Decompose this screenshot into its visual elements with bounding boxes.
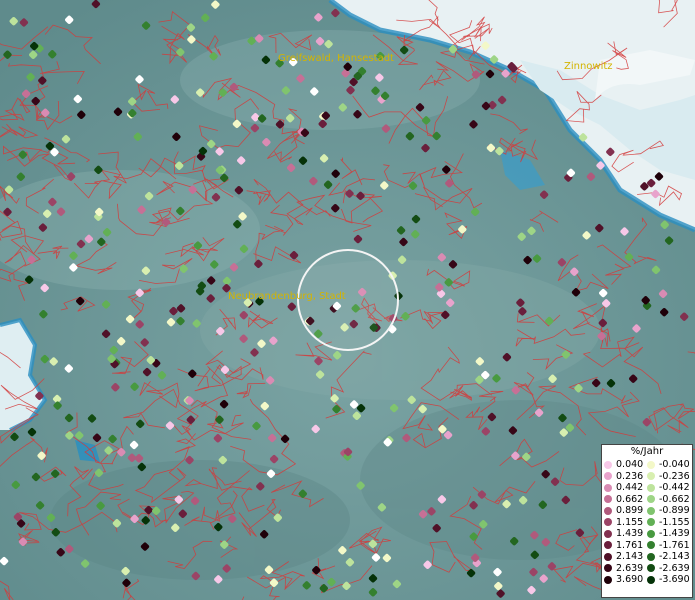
legend-value: 2.143 xyxy=(616,551,644,563)
legend-row: 1.439 -1.439 xyxy=(604,528,690,540)
legend-value: 1.761 xyxy=(616,539,644,551)
legend-value: -0.899 xyxy=(659,505,690,517)
legend-value: 0.236 xyxy=(616,470,644,482)
legend-value: 1.155 xyxy=(616,516,644,528)
legend-value: -1.439 xyxy=(659,528,690,540)
legend-row: 0.236 -0.236 xyxy=(604,471,690,483)
legend-swatch xyxy=(647,495,655,504)
legend-row: 0.899 -0.899 xyxy=(604,505,690,517)
legend-entry-pos: 0.442 xyxy=(604,482,647,493)
legend-value: 1.439 xyxy=(616,528,644,540)
legend-row: 2.143 -2.143 xyxy=(604,551,690,563)
legend-entry-pos: 1.761 xyxy=(604,540,647,551)
legend-swatch xyxy=(647,529,655,538)
legend-value: -2.639 xyxy=(659,562,690,574)
legend-entry-pos: 0.236 xyxy=(604,471,647,482)
legend-swatch xyxy=(647,541,655,550)
legend-swatch xyxy=(647,506,655,515)
legend-value: 2.639 xyxy=(616,562,644,574)
city-label-greifswald: Greifswald, Hansestadt xyxy=(278,53,394,64)
legend-value: 3.690 xyxy=(616,574,644,586)
legend-entry-neg: -0.442 xyxy=(647,482,690,493)
legend-row: 1.155 -1.155 xyxy=(604,517,690,529)
legend-value: 0.662 xyxy=(616,493,644,505)
legend-swatch xyxy=(604,552,612,561)
legend-entry-neg: -2.143 xyxy=(647,551,690,562)
legend-swatch xyxy=(647,518,655,527)
legend-entry-neg: -3.690 xyxy=(647,574,690,585)
legend-value: -2.143 xyxy=(659,551,690,563)
legend-value: 0.040 xyxy=(616,459,644,471)
legend-swatch xyxy=(604,483,612,492)
legend-entry-pos: 3.690 xyxy=(604,574,647,585)
legend-row: 2.639 -2.639 xyxy=(604,563,690,575)
legend-swatch xyxy=(604,472,612,481)
legend-entry-pos: 1.439 xyxy=(604,528,647,539)
legend-value: -1.761 xyxy=(659,539,690,551)
legend-entry-neg: -1.155 xyxy=(647,517,690,528)
legend: %/Jahr 0.040 -0.040 0.236 -0.236 0.442 -0.442… xyxy=(601,444,693,598)
legend-entry-neg: -0.040 xyxy=(647,459,690,470)
legend-entry-neg: -0.662 xyxy=(647,494,690,505)
legend-value: -0.040 xyxy=(659,459,690,471)
legend-value: 0.442 xyxy=(616,482,644,494)
legend-entry-neg: -0.236 xyxy=(647,471,690,482)
map-canvas[interactable]: Greifswald, Hansestadt Zinnowitz Neubran… xyxy=(0,0,695,600)
legend-swatch xyxy=(647,564,655,573)
legend-entry-pos: 1.155 xyxy=(604,517,647,528)
legend-swatch xyxy=(647,472,655,481)
legend-value: -3.690 xyxy=(659,574,690,586)
legend-value: -1.155 xyxy=(659,516,690,528)
legend-swatch xyxy=(604,541,612,550)
legend-swatch xyxy=(647,483,655,492)
legend-entry-pos: 0.662 xyxy=(604,494,647,505)
legend-entry-neg: -2.639 xyxy=(647,563,690,574)
legend-value: 0.899 xyxy=(616,505,644,517)
legend-swatch xyxy=(647,575,655,584)
legend-entry-pos: 0.040 xyxy=(604,459,647,470)
legend-value: -0.236 xyxy=(659,470,690,482)
legend-swatch xyxy=(604,506,612,515)
legend-entry-neg: -1.761 xyxy=(647,540,690,551)
city-label-neubrandenburg: Neubrandenburg, Stadt xyxy=(228,291,346,302)
legend-row: 1.761 -1.761 xyxy=(604,540,690,552)
city-label-zinnowitz: Zinnowitz xyxy=(564,61,613,72)
legend-entry-pos: 2.639 xyxy=(604,563,647,574)
legend-value: -0.662 xyxy=(659,493,690,505)
legend-title: %/Jahr xyxy=(630,446,664,457)
legend-value: -0.442 xyxy=(659,482,690,494)
legend-entry-neg: -1.439 xyxy=(647,528,690,539)
legend-entry-neg: -0.899 xyxy=(647,505,690,516)
legend-swatch xyxy=(604,564,612,573)
legend-swatch xyxy=(604,495,612,504)
legend-row: 0.662 -0.662 xyxy=(604,494,690,506)
legend-swatch xyxy=(604,575,612,584)
legend-rows: 0.040 -0.040 0.236 -0.236 0.442 -0.442 0.662 -0… xyxy=(604,459,690,586)
legend-swatch xyxy=(604,529,612,538)
legend-row: 0.442 -0.442 xyxy=(604,482,690,494)
legend-entry-pos: 2.143 xyxy=(604,551,647,562)
legend-row: 0.040 -0.040 xyxy=(604,459,690,471)
legend-swatch xyxy=(647,460,655,469)
legend-entry-pos: 0.899 xyxy=(604,505,647,516)
legend-swatch xyxy=(647,552,655,561)
legend-row: 3.690 -3.690 xyxy=(604,574,690,586)
legend-swatch xyxy=(604,460,612,469)
legend-swatch xyxy=(604,518,612,527)
